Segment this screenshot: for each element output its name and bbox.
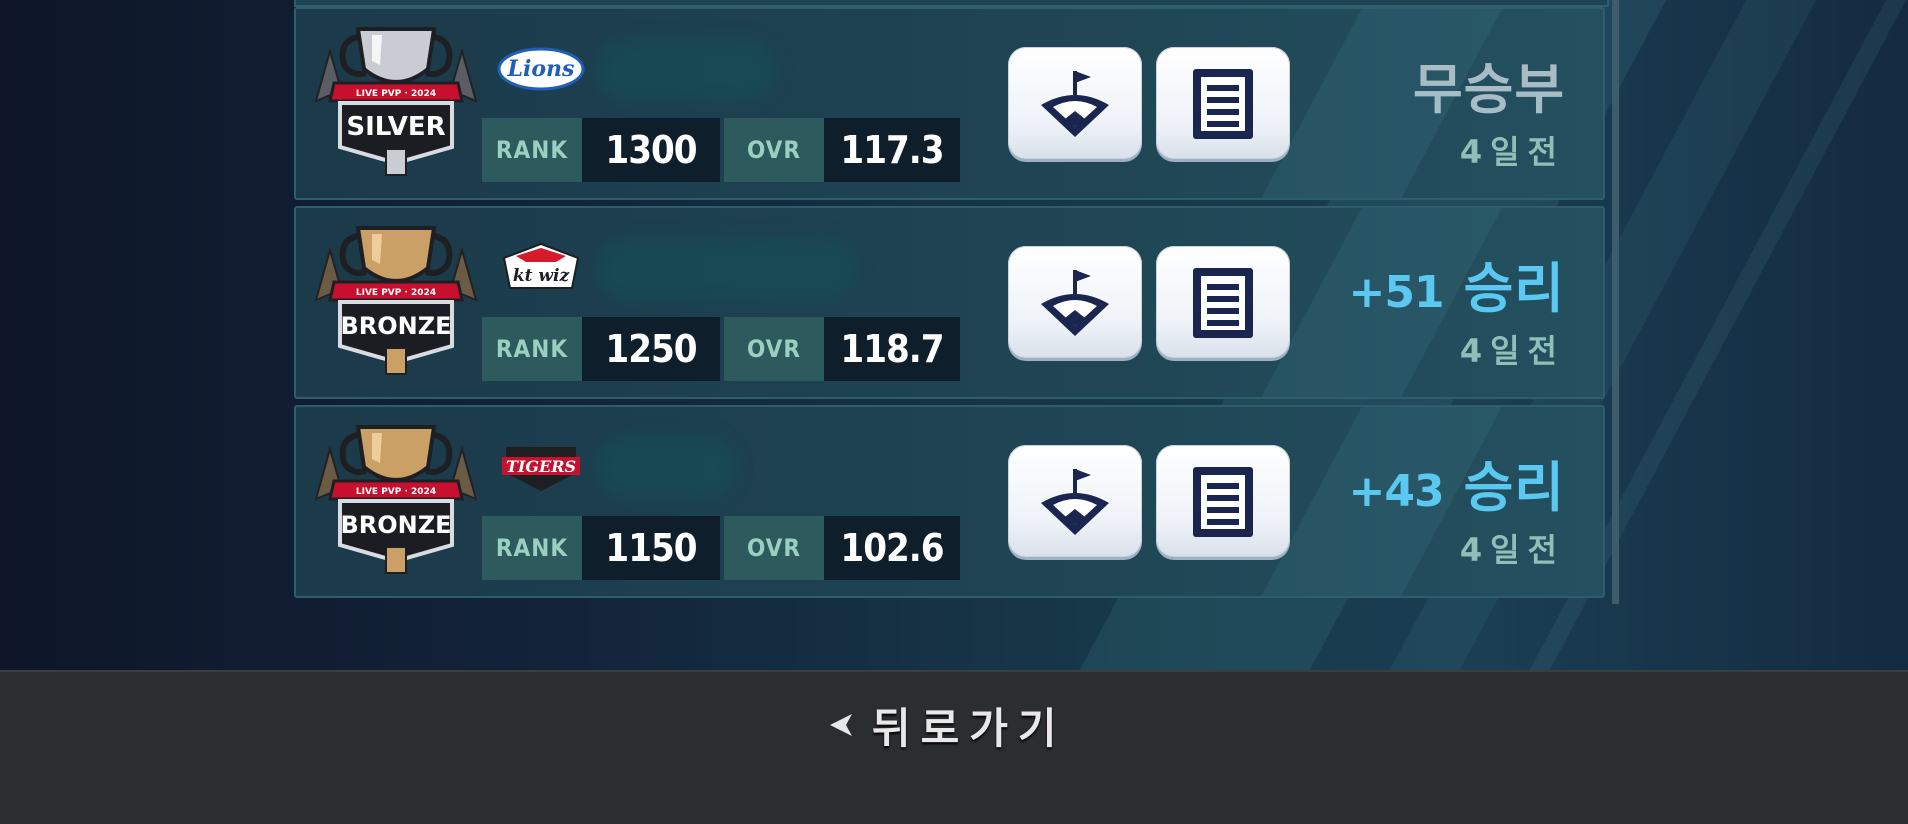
- stadium-icon: [1041, 71, 1109, 137]
- emblem-banner-text: LIVE PVP · 2024: [356, 487, 436, 497]
- rank-value: 1300: [582, 118, 720, 182]
- ovr-label: OVR: [724, 118, 824, 182]
- clipboard-icon: [1193, 69, 1253, 139]
- rank-label: RANK: [482, 317, 582, 381]
- ovr-label: OVR: [724, 516, 824, 580]
- ovr-value: 118.7: [824, 317, 960, 381]
- result-label: 승리: [1463, 257, 1565, 320]
- match-row: LIVE PVP · 2024 BRONZE kt wiz RANK 1250 …: [294, 206, 1605, 399]
- team-logo-text: Lions: [507, 56, 575, 82]
- lineup-button[interactable]: [1156, 47, 1290, 159]
- blurred-player-name: [596, 437, 736, 499]
- back-label: 뒤로가기: [872, 703, 1067, 753]
- previous-row-edge: [294, 0, 1609, 7]
- stadium-button[interactable]: [1008, 445, 1142, 557]
- match-result: +51 승리: [1349, 244, 1565, 323]
- stadium-icon: [1041, 270, 1109, 336]
- team-logo-text: TIGERS: [505, 456, 577, 476]
- lineup-button[interactable]: [1156, 246, 1290, 358]
- clipboard-icon: [1193, 268, 1253, 338]
- back-button[interactable]: 뒤로가기: [826, 690, 1067, 760]
- match-result: 무승부: [1413, 45, 1565, 124]
- tier-label: BRONZE: [340, 312, 451, 340]
- bronze-league-emblem-icon: LIVE PVP · 2024 BRONZE: [314, 425, 478, 574]
- match-result: +43 승리: [1349, 443, 1565, 522]
- rank-label: RANK: [482, 516, 582, 580]
- footer-bar: 뒤로가기: [0, 670, 1908, 824]
- team-logo: kt wiz: [496, 240, 586, 296]
- team-logo-text: kt wiz: [512, 266, 570, 286]
- scrollbar[interactable]: [1612, 0, 1619, 604]
- emblem-banner-text: LIVE PVP · 2024: [356, 89, 436, 99]
- tier-label: SILVER: [346, 112, 445, 142]
- stadium-button[interactable]: [1008, 47, 1142, 159]
- result-label: 무승부: [1412, 58, 1565, 121]
- stadium-icon: [1041, 469, 1109, 535]
- ovr-value: 117.3: [824, 118, 960, 182]
- time-ago: 4일전: [1459, 133, 1565, 171]
- match-row: LIVE PVP · 2024 BRONZE TIGERS RANK 1150 …: [294, 405, 1605, 598]
- match-row: LIVE PVP · 2024 SILVER Lions RANK 1300 O…: [294, 7, 1605, 200]
- clipboard-icon: [1193, 467, 1253, 537]
- silver-league-emblem-icon: LIVE PVP · 2024 SILVER: [314, 27, 478, 176]
- blurred-player-name: [596, 39, 776, 101]
- rank-label: RANK: [482, 118, 582, 182]
- bronze-league-emblem-icon: LIVE PVP · 2024 BRONZE: [314, 226, 478, 375]
- rank-value: 1250: [582, 317, 720, 381]
- time-ago: 4일전: [1459, 332, 1565, 370]
- ovr-value: 102.6: [824, 516, 960, 580]
- caret-left-icon: [830, 714, 852, 736]
- team-logo: Lions: [496, 41, 586, 97]
- lineup-button[interactable]: [1156, 445, 1290, 557]
- blurred-player-name: [596, 238, 856, 300]
- tier-label: BRONZE: [340, 511, 451, 539]
- ovr-label: OVR: [724, 317, 824, 381]
- result-label: 승리: [1463, 456, 1565, 519]
- points-change: +51: [1348, 267, 1445, 318]
- rank-value: 1150: [582, 516, 720, 580]
- team-logo: TIGERS: [496, 439, 586, 495]
- stadium-button[interactable]: [1008, 246, 1142, 358]
- time-ago: 4일전: [1459, 531, 1565, 569]
- emblem-banner-text: LIVE PVP · 2024: [356, 288, 436, 298]
- points-change: +43: [1348, 466, 1445, 517]
